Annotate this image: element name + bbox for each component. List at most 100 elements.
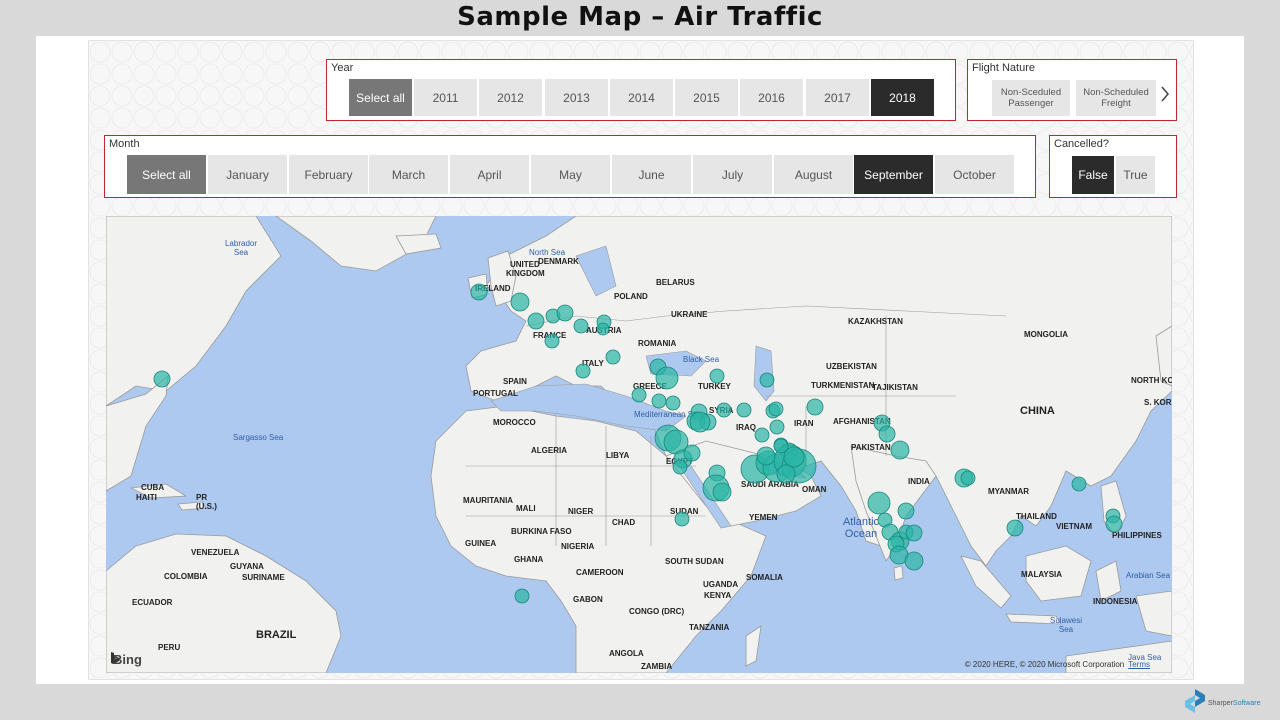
air-traffic-bubble[interactable] — [651, 393, 667, 409]
country-label: HAITI — [136, 493, 157, 502]
air-traffic-bubble[interactable] — [153, 370, 171, 388]
year-slicer-title: Year — [331, 62, 354, 74]
air-traffic-map[interactable]: UNITED KINGDOM DENMARK BELARUS IRELAND POLAND… — [106, 216, 1172, 673]
month-option-october[interactable]: October — [935, 155, 1014, 194]
country-label: UNITED — [510, 260, 540, 269]
air-traffic-bubble[interactable] — [736, 402, 752, 418]
sea-label: Black Sea — [683, 355, 720, 364]
country-label: ROMANIA — [638, 339, 676, 348]
month-option-august[interactable]: August — [774, 155, 853, 194]
sea-label: Sea — [234, 248, 249, 257]
country-label: ALGERIA — [531, 446, 567, 455]
air-traffic-bubble[interactable] — [1105, 515, 1123, 533]
country-label: GUINEA — [465, 539, 496, 548]
air-traffic-bubble[interactable] — [756, 446, 776, 466]
month-option-january[interactable]: January — [208, 155, 287, 194]
month-option-february[interactable]: February — [289, 155, 368, 194]
air-traffic-bubble[interactable] — [689, 411, 711, 433]
air-traffic-bubble[interactable] — [769, 419, 785, 435]
sea-label: Labrador — [225, 239, 257, 248]
page-title: Sample Map – Air Traffic — [457, 2, 823, 32]
air-traffic-bubble[interactable] — [1071, 476, 1087, 492]
flight-nature-option-freight[interactable]: Non-Scheduled Freight — [1076, 80, 1156, 116]
country-label: CONGO (DRC) — [629, 607, 684, 616]
year-option-2011[interactable]: 2011 — [414, 79, 477, 116]
year-option-2018[interactable]: 2018 — [871, 79, 934, 116]
year-option-2013[interactable]: 2013 — [545, 79, 608, 116]
air-traffic-bubble[interactable] — [683, 444, 701, 462]
year-option-2017[interactable]: 2017 — [806, 79, 869, 116]
year-option-2016[interactable]: 2016 — [740, 79, 803, 116]
air-traffic-bubble[interactable] — [768, 401, 784, 417]
country-label: TURKMENISTAN — [811, 381, 875, 390]
year-option-select-all[interactable]: Select all — [349, 79, 412, 116]
air-traffic-bubble[interactable] — [672, 459, 688, 475]
country-label: PR — [196, 493, 207, 502]
country-label: TAJIKISTAN — [872, 383, 918, 392]
country-label: LIBYA — [606, 451, 629, 460]
air-traffic-bubble[interactable] — [655, 366, 679, 390]
sharper-software-logo-icon — [1185, 689, 1205, 718]
air-traffic-bubble[interactable] — [806, 398, 824, 416]
air-traffic-bubble[interactable] — [527, 312, 545, 330]
flight-nature-option-passenger[interactable]: Non-Sceduled Passenger — [992, 80, 1070, 116]
air-traffic-bubble[interactable] — [596, 322, 610, 336]
month-option-june[interactable]: June — [612, 155, 691, 194]
country-label: MALI — [516, 504, 536, 513]
country-label: COLOMBIA — [164, 572, 208, 581]
cancelled-option-false[interactable]: False — [1072, 156, 1114, 194]
cancelled-option-true[interactable]: True — [1116, 156, 1155, 194]
air-traffic-bubble[interactable] — [709, 368, 725, 384]
flight-nature-slicer: Flight Nature Non-Sceduled Passenger Non… — [967, 59, 1177, 121]
sea-label: Sargasso Sea — [233, 433, 284, 442]
flight-nature-option-label-line1: Non-Sceduled — [1000, 87, 1062, 98]
country-label: UKRAINE — [671, 310, 708, 319]
air-traffic-bubble[interactable] — [605, 349, 621, 365]
country-label: DENMARK — [538, 257, 579, 266]
chevron-right-icon[interactable] — [1160, 86, 1170, 107]
land-sulawesi — [1095, 560, 1122, 602]
country-label: ZAMBIA — [641, 662, 672, 671]
air-traffic-bubble[interactable] — [716, 402, 732, 418]
air-traffic-bubble[interactable] — [665, 395, 681, 411]
air-traffic-bubble[interactable] — [470, 283, 488, 301]
country-label: SPAIN — [503, 377, 527, 386]
country-label: S. KOREA — [1144, 398, 1172, 407]
map-terms-link[interactable]: Terms — [1128, 660, 1150, 669]
air-traffic-bubble[interactable] — [773, 438, 789, 454]
year-option-2012[interactable]: 2012 — [479, 79, 542, 116]
air-traffic-bubble[interactable] — [556, 304, 574, 322]
month-option-april[interactable]: April — [450, 155, 529, 194]
air-traffic-bubble[interactable] — [754, 427, 770, 443]
air-traffic-bubble[interactable] — [776, 464, 796, 484]
month-option-march[interactable]: March — [369, 155, 448, 194]
year-option-2014[interactable]: 2014 — [610, 79, 673, 116]
sea-label: Ocean — [845, 528, 877, 540]
air-traffic-bubble[interactable] — [514, 588, 530, 604]
month-option-select-all[interactable]: Select all — [127, 155, 206, 194]
month-option-september[interactable]: September — [854, 155, 933, 194]
air-traffic-bubble[interactable] — [575, 363, 591, 379]
country-label: OMAN — [802, 485, 827, 494]
month-option-may[interactable]: May — [531, 155, 610, 194]
country-label: TURKEY — [698, 382, 732, 391]
air-traffic-bubble[interactable] — [878, 425, 896, 443]
month-option-july[interactable]: July — [693, 155, 772, 194]
air-traffic-bubble[interactable] — [759, 372, 775, 388]
air-traffic-bubble[interactable] — [905, 524, 923, 542]
air-traffic-bubble[interactable] — [960, 470, 976, 486]
air-traffic-bubble[interactable] — [544, 333, 560, 349]
sharper-software-logo: SharperSoftware — [1185, 689, 1261, 718]
year-option-2015[interactable]: 2015 — [675, 79, 738, 116]
air-traffic-bubble[interactable] — [510, 292, 530, 312]
air-traffic-bubble[interactable] — [897, 502, 915, 520]
air-traffic-bubble[interactable] — [890, 440, 910, 460]
air-traffic-bubble[interactable] — [573, 318, 589, 334]
air-traffic-bubble[interactable] — [674, 511, 690, 527]
country-label: CUBA — [141, 483, 164, 492]
air-traffic-bubble[interactable] — [1006, 519, 1024, 537]
air-traffic-bubble[interactable] — [631, 387, 647, 403]
air-traffic-bubble[interactable] — [712, 482, 732, 502]
air-traffic-bubble[interactable] — [904, 551, 924, 571]
air-traffic-bubble[interactable] — [867, 491, 891, 515]
